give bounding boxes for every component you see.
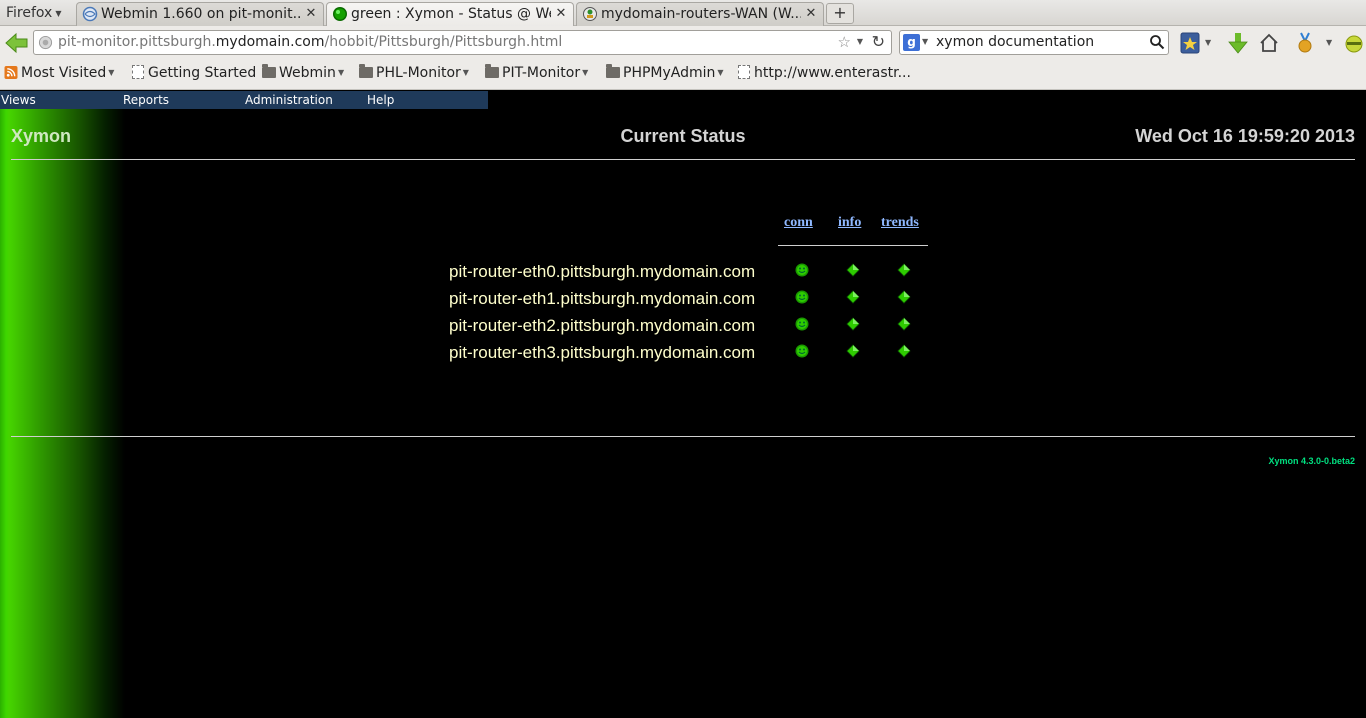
tab-xymon-status[interactable]: green : Xymon - Status @ We... ✕	[326, 2, 574, 27]
green-face-icon[interactable]	[795, 317, 809, 331]
navigation-toolbar: pit-monitor.pittsburgh.mydomain.com/hobb…	[0, 26, 1366, 59]
host-name: pit-router-eth0.pittsburgh.mydomain.com	[449, 262, 756, 281]
bookmark-phl-monitor[interactable]: PHL-Monitor ▼	[359, 64, 469, 81]
url-domain: mydomain.com	[215, 34, 325, 50]
column-trends[interactable]: trends	[881, 215, 919, 231]
column-divider	[778, 245, 928, 246]
search-icon[interactable]	[1149, 34, 1165, 50]
back-arrow-icon[interactable]	[4, 30, 30, 56]
tab-label: green : Xymon - Status @ We...	[351, 6, 551, 22]
url-text: pit-monitor.pittsburgh.mydomain.com/hobb…	[58, 34, 562, 50]
bookmarks-toolbar: Most Visited ▼ Getting Started Webmin ▼ PH…	[0, 59, 1366, 90]
host-name: pit-router-eth2.pittsburgh.mydomain.com	[449, 316, 756, 335]
chevron-down-icon: ▼	[337, 68, 345, 77]
google-icon[interactable]: g	[903, 34, 920, 51]
green-face-icon[interactable]	[795, 263, 809, 277]
webmin-icon	[82, 6, 98, 22]
menu-help[interactable]: Help	[367, 93, 394, 107]
tab-bar: Firefox ▼ Webmin 1.660 on pit-monit... ✕ …	[0, 0, 1366, 27]
folder-icon	[359, 64, 373, 78]
close-icon[interactable]: ✕	[553, 6, 569, 22]
bookmark-pit-monitor[interactable]: PIT-Monitor ▼	[485, 64, 589, 81]
bookmark-getting-started[interactable]: Getting Started	[132, 65, 256, 81]
page-icon	[738, 65, 750, 79]
bookmark-label: http://www.enterastr...	[754, 65, 911, 81]
firefox-menu-label: Firefox	[6, 5, 53, 21]
tab-cacti-wan[interactable]: mydomain-routers-WAN (W... ✕	[576, 2, 824, 26]
url-prefix: pit-monitor.pittsburgh.	[58, 34, 216, 50]
new-tab-button[interactable]: +	[826, 3, 854, 24]
xymon-page: Views Reports Administration Help Xymon …	[0, 91, 1366, 718]
page-icon	[132, 65, 144, 79]
chevron-down-icon: ▼	[55, 8, 62, 18]
green-face-icon[interactable]	[795, 344, 809, 358]
green-diamond-icon[interactable]	[846, 344, 860, 358]
bookmark-webmin[interactable]: Webmin ▼	[262, 64, 345, 81]
green-diamond-icon[interactable]	[897, 290, 911, 304]
bookmark-label: Most Visited	[21, 65, 107, 81]
folder-icon	[262, 64, 276, 78]
column-info[interactable]: info	[838, 215, 861, 231]
close-icon[interactable]: ✕	[803, 6, 819, 22]
chevron-down-icon[interactable]: ▼	[1205, 38, 1211, 47]
search-input[interactable]: xymon documentation	[936, 34, 1094, 50]
globe-icon	[38, 35, 53, 50]
firefox-menu-button[interactable]: Firefox ▼	[0, 0, 70, 26]
xymon-menu-bar: Views Reports Administration Help	[0, 91, 488, 109]
menu-views[interactable]: Views	[1, 93, 36, 107]
menu-reports[interactable]: Reports	[123, 93, 169, 107]
home-icon[interactable]	[1257, 30, 1281, 56]
host-name: pit-router-eth1.pittsburgh.mydomain.com	[449, 289, 756, 308]
tab-webmin[interactable]: Webmin 1.660 on pit-monit... ✕	[76, 2, 324, 26]
cacti-icon	[583, 7, 597, 21]
bookmarks-star-icon[interactable]	[1178, 30, 1202, 56]
green-diamond-icon[interactable]	[846, 290, 860, 304]
status-color-bar	[0, 109, 125, 718]
chevron-down-icon[interactable]: ▼	[1326, 38, 1332, 47]
status-datetime: Wed Oct 16 19:59:20 2013	[1135, 126, 1355, 146]
bookmark-label: PHL-Monitor	[376, 65, 461, 81]
folder-icon	[485, 64, 499, 78]
host-name: pit-router-eth3.pittsburgh.mydomain.com	[449, 343, 756, 362]
bookmark-most-visited[interactable]: Most Visited ▼	[4, 65, 114, 81]
tab-label: Webmin 1.660 on pit-monit...	[101, 6, 301, 22]
chevron-down-icon: ▼	[717, 68, 724, 77]
bookmark-label: Getting Started	[148, 65, 257, 81]
header-divider	[11, 159, 1355, 160]
bookmark-label: Webmin	[279, 65, 336, 81]
chevron-down-icon: ▼	[462, 68, 469, 77]
column-conn[interactable]: conn	[784, 215, 813, 231]
chevron-down-icon: ▼	[582, 68, 589, 77]
green-diamond-icon[interactable]	[846, 317, 860, 331]
plus-icon: +	[833, 3, 847, 22]
rss-icon	[4, 66, 18, 79]
green-diamond-icon[interactable]	[897, 263, 911, 277]
addon-icon[interactable]	[1342, 30, 1366, 56]
green-diamond-icon[interactable]	[846, 263, 860, 277]
xymon-version[interactable]: Xymon 4.3.0-0.beta2	[1268, 456, 1355, 466]
download-icon[interactable]	[1226, 30, 1250, 56]
green-diamond-icon[interactable]	[897, 317, 911, 331]
bookmark-label: PHPMyAdmin	[623, 65, 716, 81]
green-diamond-icon[interactable]	[897, 344, 911, 358]
medal-icon[interactable]	[1293, 30, 1317, 56]
reload-icon[interactable]: ↻	[872, 32, 885, 51]
bookmark-label: PIT-Monitor	[502, 65, 581, 81]
chevron-down-icon: ▼	[108, 68, 115, 77]
url-path: /hobbit/Pittsburgh/Pittsburgh.html	[324, 34, 563, 50]
menu-administration[interactable]: Administration	[245, 93, 333, 107]
close-icon[interactable]: ✕	[303, 6, 319, 22]
footer-divider	[11, 436, 1355, 437]
chevron-down-icon[interactable]: ▼	[857, 37, 863, 46]
chevron-down-icon[interactable]: ▼	[922, 37, 928, 46]
green-status-icon	[333, 7, 347, 21]
bookmark-phpmyadmin[interactable]: PHPMyAdmin ▼	[606, 64, 724, 81]
tab-label: mydomain-routers-WAN (W...	[601, 6, 801, 22]
url-bar[interactable]: pit-monitor.pittsburgh.mydomain.com/hobb…	[33, 30, 892, 55]
bookmark-enterastream[interactable]: http://www.enterastr...	[738, 65, 911, 81]
green-face-icon[interactable]	[795, 290, 809, 304]
folder-icon	[606, 64, 620, 78]
bookmark-star-icon[interactable]: ☆	[838, 33, 851, 51]
search-bar[interactable]: g ▼ xymon documentation	[899, 30, 1169, 55]
